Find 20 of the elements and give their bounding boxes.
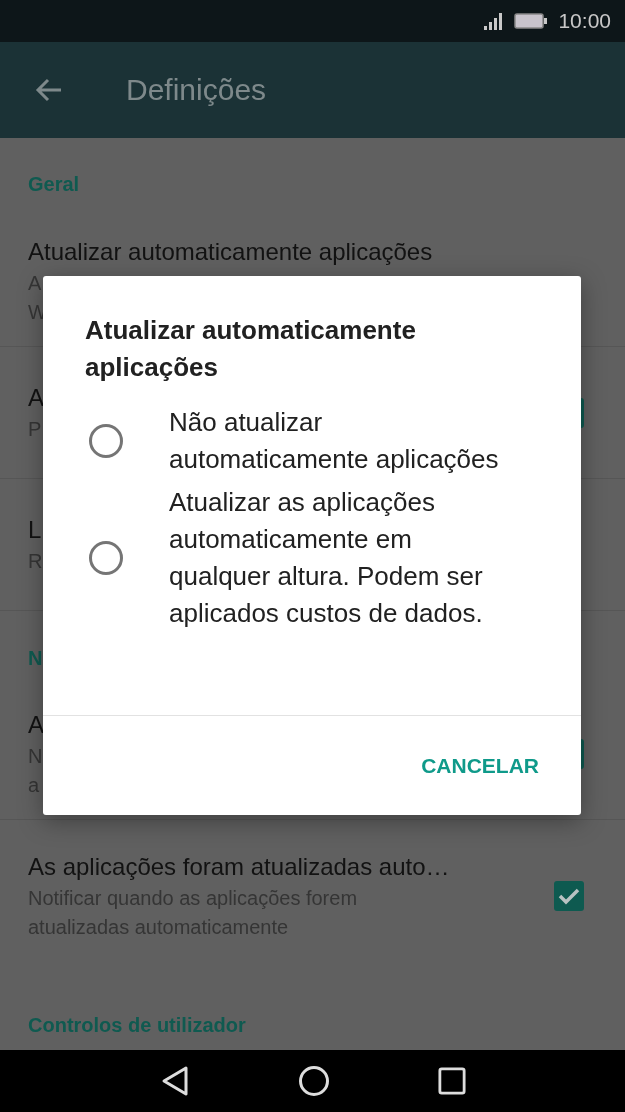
- recent-apps-icon[interactable]: [437, 1067, 466, 1095]
- setting-title: Atualizar automaticamente aplicações: [28, 236, 433, 267]
- section-header: Controlos de utilizador: [28, 1014, 246, 1037]
- radio-button[interactable]: [88, 540, 124, 576]
- screen-title: Definições: [126, 73, 267, 107]
- status-time: 10:00: [558, 9, 611, 33]
- section-header: N: [28, 647, 43, 670]
- setting-title: L: [28, 515, 42, 545]
- home-icon[interactable]: [297, 1065, 330, 1097]
- section-header: Geral: [28, 173, 80, 196]
- dialog-title: Atualizar automaticamente aplicações: [84, 314, 417, 384]
- battery-icon: [514, 12, 549, 30]
- checkbox[interactable]: [553, 880, 585, 912]
- setting-title: A: [28, 709, 44, 740]
- option-label: Não atualizar automaticamente aplicações: [169, 406, 500, 476]
- setting-title: A: [28, 383, 44, 413]
- setting-title: As aplicações foram atualizadas auto…: [28, 852, 450, 882]
- radio-button[interactable]: [88, 423, 124, 459]
- cancel-button[interactable]: CANCELAR: [409, 743, 551, 788]
- option-label: Atualizar as aplicações automaticamente em qualquer altura. Podem ser aplicados custos de dados.: [169, 486, 484, 630]
